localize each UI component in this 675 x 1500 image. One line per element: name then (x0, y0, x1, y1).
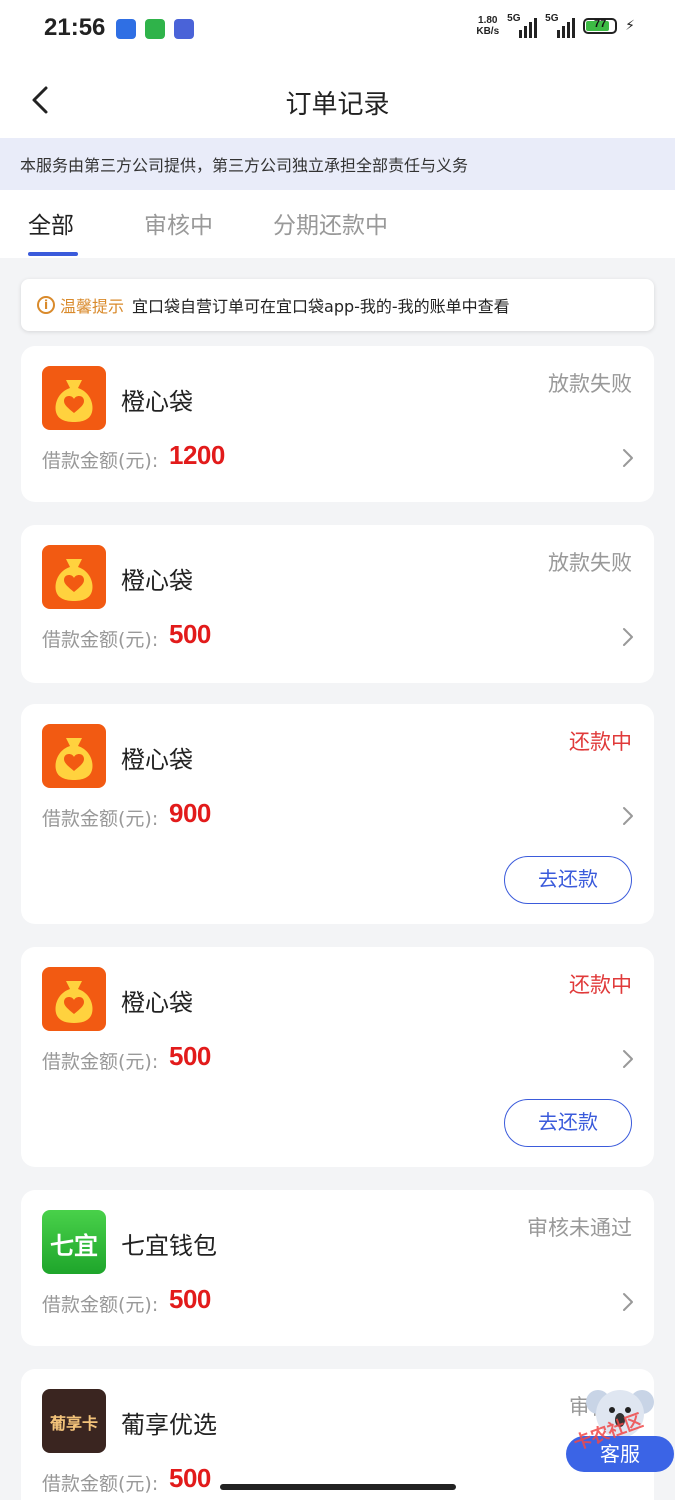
amount-label: 借款金额(元): (42, 1294, 159, 1316)
order-status: 还款中 (569, 730, 632, 754)
lender-name: 橙心袋 (121, 746, 193, 774)
signal-sim2-icon: 5G (545, 13, 576, 38)
profile-app-icon (174, 19, 194, 39)
money-bag-heart-icon (42, 545, 106, 609)
nav-bar: 订单记录 (0, 60, 675, 138)
amount-label: 借款金额(元): (42, 1473, 159, 1495)
loan-amount: 500 (169, 1284, 211, 1314)
order-card[interactable]: 七宜 七宜钱包 审核未通过 借款金额(元): 500 (21, 1190, 654, 1346)
tip-text: 宜口袋自营订单可在宜口袋app-我的-我的账单中查看 (132, 297, 510, 316)
loan-amount: 500 (169, 1463, 211, 1493)
home-indicator[interactable] (220, 1484, 456, 1490)
tab-all[interactable]: 全部 (28, 206, 74, 240)
lender-name: 七宜钱包 (121, 1232, 217, 1260)
lender-name: 橙心袋 (121, 388, 193, 416)
money-bag-heart-icon (42, 967, 106, 1031)
loan-amount: 500 (169, 619, 211, 649)
signal-sim1-icon: 5G (507, 13, 538, 38)
loan-amount: 1200 (169, 440, 225, 470)
network-speed: 1.80 KB/s (476, 15, 500, 37)
repay-button[interactable]: 去还款 (504, 1099, 632, 1147)
page-title: 订单记录 (285, 90, 390, 120)
puxiang-card-logo: 葡享卡 (42, 1389, 106, 1453)
tip-label: 温馨提示 (60, 297, 125, 316)
info-icon: i (37, 296, 55, 314)
chevron-right-icon (623, 1293, 633, 1311)
repay-button[interactable]: 去还款 (504, 856, 632, 904)
tab-reviewing[interactable]: 审核中 (144, 206, 213, 240)
amount-label: 借款金额(元): (42, 629, 159, 651)
disclaimer-banner: 本服务由第三方公司提供，第三方公司独立承担全部责任与义务 (0, 138, 675, 190)
alipay-app-icon (116, 19, 136, 39)
status-bar: 21:56 1.80 KB/s 5G 5G 77 ⚡ (0, 0, 675, 60)
chevron-right-icon (623, 1050, 633, 1068)
green-app-icon (145, 19, 165, 39)
tab-bar: 全部 审核中 分期还款中 (0, 190, 675, 258)
status-indicators: 1.80 KB/s 5G 5G 77 ⚡ (476, 13, 635, 38)
tab-installment-repaying[interactable]: 分期还款中 (273, 206, 388, 240)
order-status: 放款失败 (548, 372, 632, 396)
order-card[interactable]: 橙心袋 放款失败 借款金额(元): 500 (21, 525, 654, 683)
loan-amount: 500 (169, 1041, 211, 1071)
order-card[interactable]: 葡享卡 葡享优选 审核未 借款金额(元): 500 (21, 1369, 654, 1500)
lender-name: 橙心袋 (121, 567, 193, 595)
charging-icon: ⚡ (625, 18, 635, 34)
chevron-right-icon (623, 628, 633, 646)
amount-label: 借款金额(元): (42, 1051, 159, 1073)
order-card[interactable]: 橙心袋 还款中 借款金额(元): 900 去还款 (21, 704, 654, 924)
chevron-right-icon (623, 449, 633, 467)
tip-box: i 温馨提示 宜口袋自营订单可在宜口袋app-我的-我的账单中查看 (21, 279, 654, 331)
order-status: 还款中 (569, 973, 632, 997)
order-status: 放款失败 (548, 551, 632, 575)
qiyi-wallet-logo: 七宜 (42, 1210, 106, 1274)
lender-name: 橙心袋 (121, 989, 193, 1017)
money-bag-heart-icon (42, 724, 106, 788)
lender-name: 葡享优选 (121, 1411, 217, 1439)
battery-icon: 77 (583, 18, 618, 34)
status-time: 21:56 (44, 14, 106, 41)
order-card[interactable]: 橙心袋 放款失败 借款金额(元): 1200 (21, 346, 654, 502)
order-status: 审核未通过 (527, 1216, 632, 1240)
chevron-right-icon (623, 807, 633, 825)
amount-label: 借款金额(元): (42, 808, 159, 830)
loan-amount: 900 (169, 798, 211, 828)
money-bag-heart-icon (42, 366, 106, 430)
order-card[interactable]: 橙心袋 还款中 借款金额(元): 500 去还款 (21, 947, 654, 1167)
amount-label: 借款金额(元): (42, 450, 159, 472)
active-tab-indicator (28, 252, 78, 256)
